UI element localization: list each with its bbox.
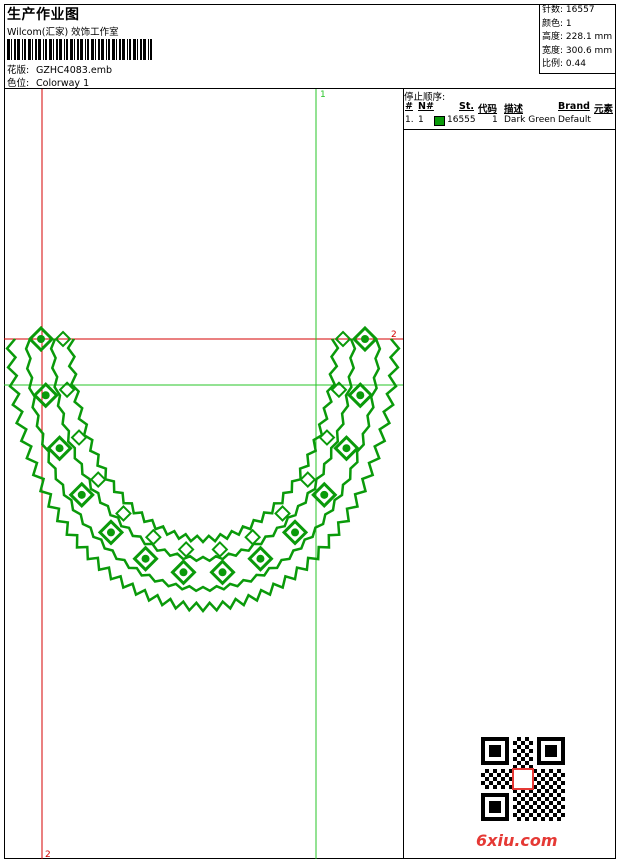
col-needle: N# (418, 101, 434, 112)
guide-marker-bottom: 2 (45, 850, 51, 859)
colorway-line: 色位: Colorway 1 (7, 75, 89, 89)
stop-sequence-header: # N# St. 代码 描述 Brand 元素 (404, 101, 616, 115)
design-canvas[interactable]: 1 2 2 (4, 89, 403, 859)
stat-colors: 颜色: 1 (542, 18, 572, 29)
table-row[interactable]: 1. 1 16555 1 Dark Green Default (404, 115, 616, 127)
row-needle: 1 (418, 115, 424, 125)
row-description: Dark Green (504, 115, 556, 125)
design-line: 花版: GZHC4083.emb (7, 62, 112, 76)
row-index: 1. (405, 115, 414, 125)
row-brand: Default (558, 115, 591, 125)
col-code: 代码 (478, 104, 498, 115)
qr-code (481, 737, 565, 821)
col-stitches: St. (459, 101, 474, 112)
row-code: 1 (492, 115, 498, 125)
barcode (7, 39, 152, 60)
col-index: # (405, 101, 413, 112)
header: 生产作业图 Wilcom(汇家) 效饰工作室 花版: GZHC4083.emb … (4, 4, 616, 89)
embroidery-design (5, 325, 401, 613)
stat-stitches: 针数: 16557 (542, 5, 595, 15)
watermark-logo: 6xiu.com (476, 831, 558, 850)
stat-scale: 比例: 0.44 (542, 59, 586, 69)
col-element: 元素 (594, 104, 614, 115)
panel-divider (404, 129, 616, 130)
color-swatch (434, 116, 445, 126)
stats-box: 针数: 16557 颜色: 1 高度: 228.1 mm 宽度: 300.6 m… (539, 4, 616, 74)
guide-marker-top: 1 (320, 90, 326, 100)
colorway-value: Colorway 1 (36, 78, 90, 89)
col-brand: Brand (558, 101, 590, 112)
col-description: 描述 (504, 104, 524, 115)
stat-height: 高度: 228.1 mm (542, 32, 613, 42)
stat-width: 宽度: 300.6 mm (542, 45, 613, 56)
stop-sequence-panel: 停止顺序: # N# St. 代码 描述 Brand 元素 1. 1 16555… (403, 89, 616, 859)
page-title: 生产作业图 (7, 7, 80, 23)
colorway-label: 色位: (7, 78, 30, 89)
row-stitches: 16555 (447, 115, 476, 125)
embroidery-preview: 1 2 2 (4, 89, 403, 859)
design-label: 花版: (7, 65, 30, 76)
studio-name: Wilcom(汇家) 效饰工作室 (7, 27, 119, 38)
